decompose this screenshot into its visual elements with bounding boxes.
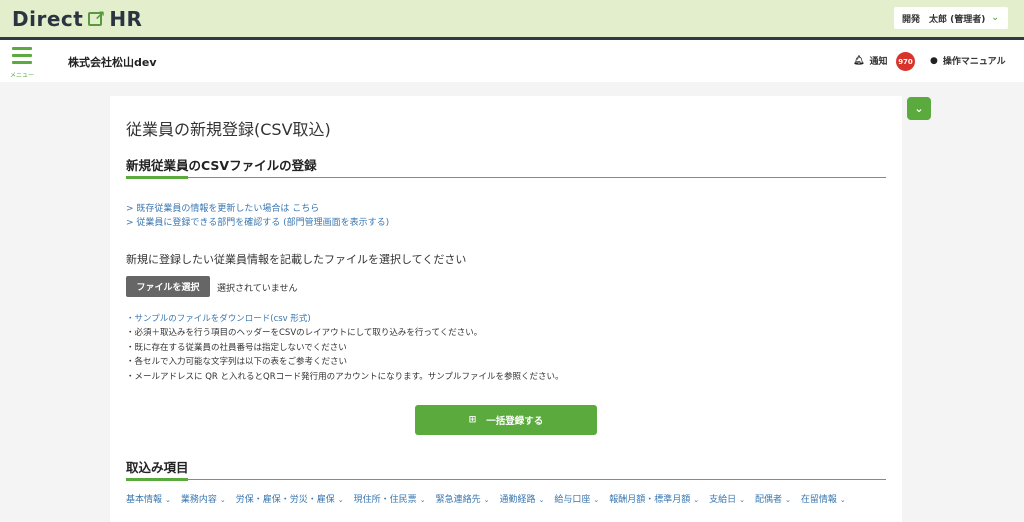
chevron-down-icon: ⌄ bbox=[483, 496, 490, 504]
chevron-down-icon: ⌄ bbox=[337, 496, 344, 504]
chevron-down-icon: ⌄ bbox=[991, 13, 999, 23]
top-bar: Direct ↗ HR 開発 太郎 (管理者) ⌄ bbox=[0, 0, 1024, 37]
note-item: ・既に存在する従業員の社員番号は指定しないでください bbox=[126, 342, 347, 353]
tab-label: 基本情報 bbox=[126, 495, 163, 505]
file-status-text: 選択されていません bbox=[217, 284, 298, 294]
hamburger-icon-bar bbox=[12, 61, 32, 64]
tab-label: 支給日 bbox=[709, 495, 737, 505]
sample-download-link[interactable]: ・サンプルのファイルをダウンロード(csv 形式) bbox=[126, 312, 564, 326]
chevron-down-icon: ⌄ bbox=[785, 496, 791, 504]
notification-button[interactable]: 🔔︎ 通知 bbox=[853, 54, 888, 68]
tab-insurance[interactable]: 労保・雇保・労災・雇保 ⌄ bbox=[236, 492, 344, 505]
manual-label: 操作マニュアル bbox=[942, 57, 1006, 67]
app-logo[interactable]: Direct ↗ HR bbox=[12, 7, 142, 31]
tab-commute[interactable]: 通勤経路 ⌄ bbox=[499, 492, 544, 505]
logo-text-right: HR bbox=[109, 7, 143, 31]
logo-text-left: Direct bbox=[12, 7, 84, 31]
notification-count-badge: 970 bbox=[896, 52, 915, 71]
tab-label: 報酬月額・標準月額 bbox=[609, 495, 691, 505]
note-item: ・必須＋取込みを行う項目のヘッダーをCSVのレイアウトにして取り込みを行ってくだ… bbox=[126, 328, 483, 339]
note-item: ・メールアドレスに QR と入れるとQRコード発行用のアカウントになります。サン… bbox=[126, 371, 564, 382]
tab-job-content[interactable]: 業務内容 ⌄ bbox=[181, 492, 226, 505]
chevron-down-icon: ⌄ bbox=[914, 102, 924, 115]
file-instruction: 新規に登録したい従業員情報を記載したファイルを選択してください bbox=[126, 253, 467, 266]
collapse-button[interactable]: ⌄ bbox=[907, 97, 931, 120]
tab-label: 配偶者 bbox=[755, 495, 783, 505]
tab-emergency-contact[interactable]: 緊急連絡先 ⌄ bbox=[436, 492, 490, 505]
chevron-down-icon: ⌄ bbox=[839, 496, 846, 504]
tab-label: 緊急連絡先 bbox=[435, 495, 481, 505]
user-name: 開発 太郎 (管理者) bbox=[902, 14, 986, 25]
tab-label: 業務内容 bbox=[180, 495, 217, 505]
tab-spouse[interactable]: 配偶者 ⌄ bbox=[755, 492, 791, 505]
tab-bank-account[interactable]: 給与口座 ⌄ bbox=[554, 492, 599, 505]
tab-basic-info[interactable]: 基本情報 ⌄ bbox=[126, 492, 171, 505]
upload-icon: ⊞ bbox=[468, 415, 477, 425]
chevron-down-icon: ⌄ bbox=[693, 496, 700, 504]
menu-label: メニュー bbox=[10, 72, 35, 79]
user-menu[interactable]: 開発 太郎 (管理者) ⌄ bbox=[894, 7, 1008, 29]
chevron-down-icon: ⌄ bbox=[538, 496, 545, 504]
section-divider bbox=[126, 177, 886, 178]
notification-label: 通知 bbox=[869, 57, 888, 67]
tab-label: 給与口座 bbox=[554, 495, 591, 505]
import-category-tabs: 基本情報 ⌄ 業務内容 ⌄ 労保・雇保・労災・雇保 ⌄ 現住所・住民票 ⌄ 緊急連絡先 ⌄… bbox=[126, 492, 896, 505]
notes-list: ・サンプルのファイルをダウンロード(csv 形式) ・必須＋取込みを行う項目のヘ… bbox=[126, 312, 564, 384]
tab-residence-status[interactable]: 在留情報 ⌄ bbox=[801, 492, 846, 505]
page-title: 従業員の新規登録(CSV取込) bbox=[126, 120, 331, 139]
tab-label: 在留情報 bbox=[800, 495, 837, 505]
section-title: 新規従業員のCSVファイルの登録 bbox=[126, 158, 317, 173]
import-items-title: 取込み項目 bbox=[126, 460, 189, 475]
logo-mark-icon: ↗ bbox=[86, 9, 106, 29]
bell-icon: 🔔︎ bbox=[853, 55, 865, 66]
bulk-register-label: 一括登録する bbox=[486, 416, 544, 427]
chevron-down-icon: ⌄ bbox=[739, 496, 746, 504]
tab-monthly-pay[interactable]: 報酬月額・標準月額 ⌄ bbox=[609, 492, 699, 505]
manual-link[interactable]: ● 操作マニュアル bbox=[930, 54, 1006, 68]
sub-header: メニュー 株式会社松山dev 🔔︎ 通知 970 ● 操作マニュアル bbox=[0, 40, 1024, 82]
tab-label: 現住所・住民票 bbox=[353, 495, 417, 505]
lightbulb-icon: ● bbox=[930, 55, 938, 66]
bulk-register-button[interactable]: ⊞ 一括登録する bbox=[415, 405, 597, 435]
tab-label: 労保・雇保・労災・雇保 bbox=[235, 495, 335, 505]
hamburger-icon-bar bbox=[12, 54, 32, 57]
tab-address[interactable]: 現住所・住民票 ⌄ bbox=[354, 492, 426, 505]
chevron-down-icon: ⌄ bbox=[219, 496, 226, 504]
note-item: ・各セルで入力可能な文字列は以下の表をご参考ください bbox=[126, 357, 348, 368]
department-check-link[interactable]: > 従業員に登録できる部門を確認する (部門管理画面を表示する) bbox=[126, 215, 389, 228]
company-name: 株式会社松山dev bbox=[68, 56, 157, 69]
choose-file-button[interactable]: ファイルを選択 bbox=[126, 276, 210, 297]
chevron-down-icon: ⌄ bbox=[419, 496, 426, 504]
update-existing-link[interactable]: > 既存従業員の情報を更新したい場合は こちら bbox=[126, 201, 319, 214]
tab-label: 通勤経路 bbox=[499, 495, 536, 505]
chevron-down-icon: ⌄ bbox=[593, 496, 600, 504]
menu-button[interactable]: メニュー bbox=[10, 47, 34, 79]
tab-pay-day[interactable]: 支給日 ⌄ bbox=[709, 492, 745, 505]
section-underline-accent bbox=[126, 176, 188, 179]
import-divider bbox=[126, 479, 886, 480]
import-underline-accent bbox=[126, 478, 188, 481]
hamburger-icon bbox=[12, 47, 32, 50]
chevron-down-icon: ⌄ bbox=[165, 496, 171, 504]
